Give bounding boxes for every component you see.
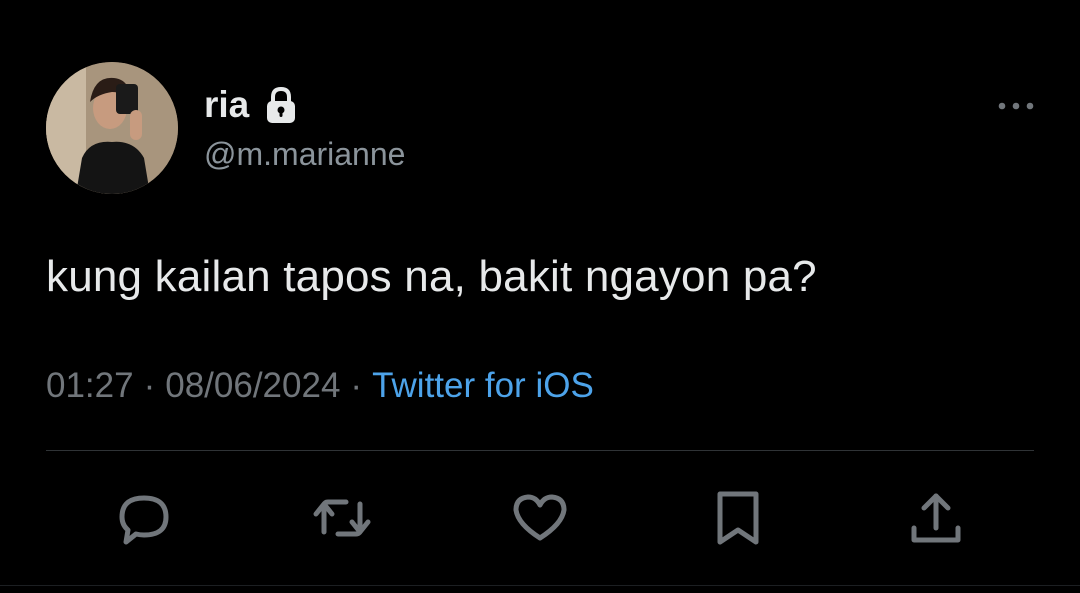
meta-separator: · [350,366,363,405]
bookmark-icon [717,491,759,545]
like-button[interactable] [508,486,572,550]
tweet-date[interactable]: 08/06/2024 [165,366,340,406]
bottom-divider [0,585,1080,586]
reply-icon [119,495,169,545]
heart-icon [513,494,567,541]
share-icon [911,493,961,543]
tweet-time[interactable]: 01:27 [46,366,134,406]
more-icon[interactable] [996,96,1036,116]
tweet-text: kung kailan tapos na, bakit ngayon pa? [46,252,817,301]
user-handle[interactable]: @m.marianne [204,136,405,173]
reply-button[interactable] [112,486,176,550]
display-name[interactable]: ria [204,84,249,126]
meta-separator: · [143,366,156,405]
avatar[interactable] [46,62,178,194]
action-bar [0,486,1080,550]
tweet-source-link[interactable]: Twitter for iOS [372,366,594,406]
retweet-icon [313,499,371,537]
share-button[interactable] [904,486,968,550]
retweet-button[interactable] [310,486,374,550]
bookmark-button[interactable] [706,486,770,550]
tweet-meta: 01:27 · 08/06/2024 · Twitter for iOS [46,366,594,406]
author-name-row: ria [204,84,301,126]
divider [46,450,1034,451]
lock-icon [267,86,296,123]
